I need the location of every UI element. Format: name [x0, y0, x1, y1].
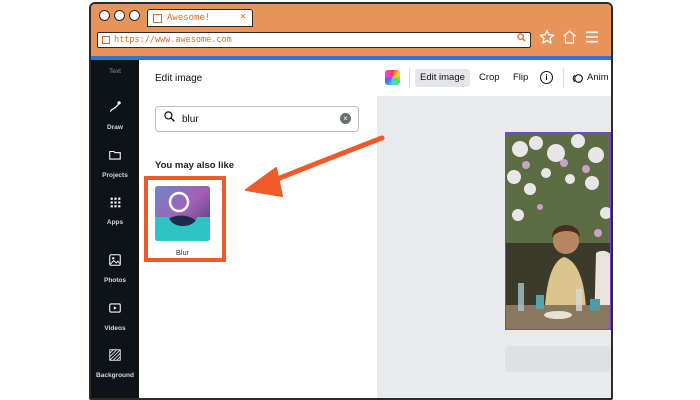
edit-image-button[interactable]: Edit image: [415, 69, 470, 87]
folder-icon: [109, 150, 121, 160]
toolbar-divider: [409, 68, 410, 88]
sidebar-item-projects[interactable]: Projects: [91, 148, 139, 182]
editor-toolbar: Edit image Crop Flip i Anim: [377, 60, 611, 97]
minimize-window-dot[interactable]: [114, 10, 125, 21]
sidebar-item-label: Projects: [102, 172, 128, 179]
photo-icon: [109, 254, 121, 266]
toolbar-divider: [563, 68, 564, 88]
home-icon[interactable]: [561, 29, 578, 45]
sidebar-item-apps[interactable]: Apps: [91, 196, 139, 229]
draw-icon: [109, 101, 121, 112]
video-icon: [109, 303, 121, 313]
blur-app-thumbnail[interactable]: [155, 186, 210, 241]
browser-nav-icons: [539, 29, 600, 45]
search-icon: [163, 110, 176, 128]
close-window-dot[interactable]: [99, 10, 110, 21]
window-controls: [99, 10, 140, 21]
sidebar-item-text-partial[interactable]: Text: [91, 68, 139, 75]
design-canvas: [377, 96, 611, 398]
animate-icon: [571, 72, 584, 90]
clear-search-icon[interactable]: ×: [340, 113, 351, 124]
site-info-icon: [102, 36, 110, 44]
tab-close-icon[interactable]: ✕: [240, 11, 246, 22]
animate-button[interactable]: Anim: [587, 69, 609, 87]
search-input[interactable]: blur ×: [155, 106, 359, 132]
browser-window: Awesome! ✕ https://www.awesome.com Text: [89, 2, 613, 400]
panel-title: Edit image: [155, 73, 203, 84]
star-icon[interactable]: [539, 29, 555, 45]
background-icon: [109, 349, 121, 361]
address-bar[interactable]: https://www.awesome.com: [97, 32, 531, 48]
address-search-icon[interactable]: [517, 33, 526, 45]
menu-icon[interactable]: [584, 29, 600, 45]
sidebar-item-label: Videos: [104, 325, 126, 332]
tab-title: Awesome!: [167, 13, 211, 23]
apps-grid-icon: [110, 197, 120, 208]
sidebar-item-background[interactable]: Background: [91, 348, 139, 382]
sidebar-item-videos[interactable]: Videos: [91, 301, 139, 335]
favicon-icon: [153, 13, 162, 23]
crop-button[interactable]: Crop: [479, 69, 500, 87]
sidebar-item-label: Apps: [106, 219, 124, 226]
selected-photo[interactable]: [505, 132, 611, 330]
maximize-window-dot[interactable]: [129, 10, 140, 21]
sidebar-item-label: Photos: [103, 277, 127, 284]
add-page-button[interactable]: [505, 346, 611, 372]
app-label: Blur: [175, 248, 190, 257]
browser-chrome: Awesome! ✕ https://www.awesome.com: [91, 4, 611, 58]
url-text: https://www.awesome.com: [114, 35, 232, 45]
edit-image-panel: Edit image blur × You may also like Blur: [139, 60, 378, 398]
editor-sidebar: Text Draw Projects Apps Photos Videos Ba…: [91, 60, 139, 398]
search-value: blur: [182, 113, 199, 125]
section-title: You may also like: [155, 160, 235, 171]
flip-button[interactable]: Flip: [513, 69, 528, 87]
info-icon[interactable]: i: [540, 71, 553, 84]
sidebar-item-draw[interactable]: Draw: [91, 100, 139, 134]
browser-tab[interactable]: Awesome! ✕: [147, 9, 253, 27]
color-picker-icon[interactable]: [385, 70, 400, 85]
sidebar-item-label: Background: [96, 372, 134, 379]
sidebar-item-photos[interactable]: Photos: [91, 253, 139, 287]
sidebar-item-label: Draw: [107, 124, 123, 131]
